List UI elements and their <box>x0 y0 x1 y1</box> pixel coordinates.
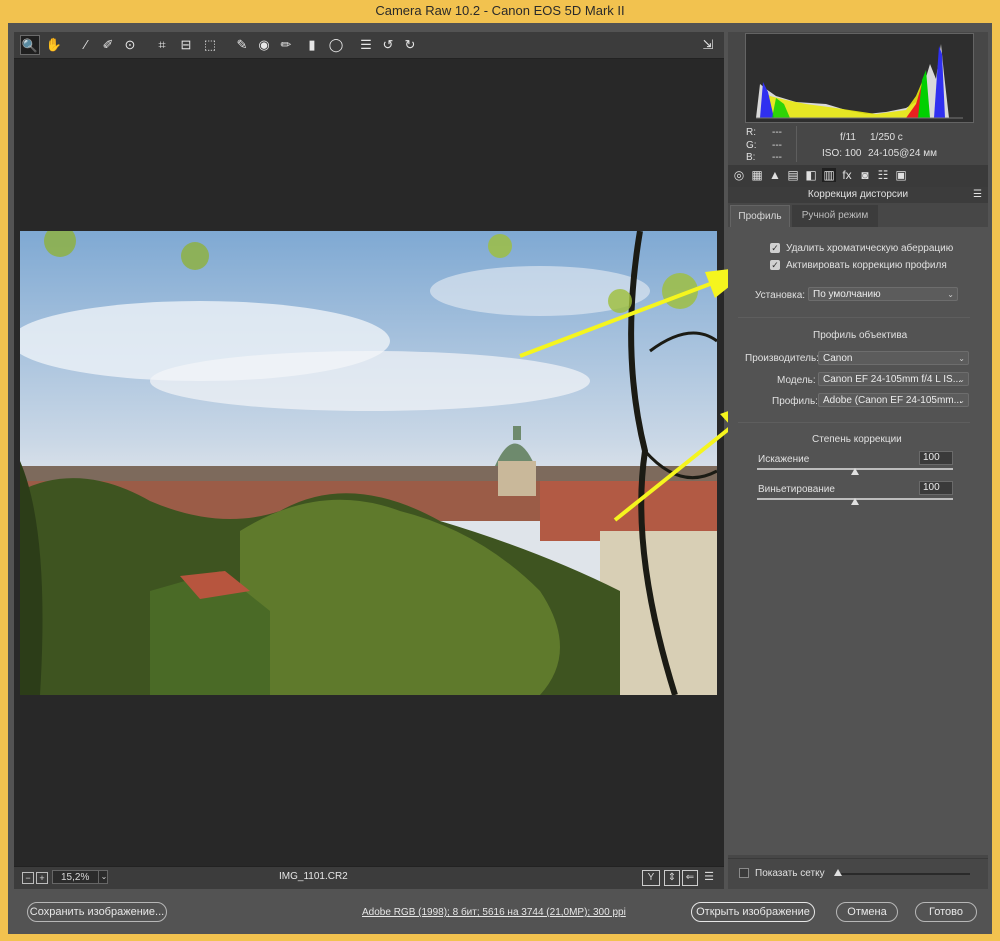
swap-icon[interactable]: ⇕ <box>664 870 680 886</box>
model-label: Модель: <box>777 375 816 386</box>
enable-profile-label: Активировать коррекцию профиля <box>786 260 947 271</box>
chevron-down-icon: ⌄ <box>947 290 954 299</box>
shutter-info: 1/250 с <box>870 132 903 143</box>
lens-corrections-icon[interactable]: ▥ <box>822 168 836 182</box>
preview-statusbar: − + 15,2% ⌄ IMG_1101.CR2 Y ⇕ ⇐ ☰ <box>14 866 724 889</box>
panel-title: Коррекция дисторсии ☰ <box>728 187 988 203</box>
distortion-slider-thumb[interactable] <box>851 468 859 475</box>
save-image-button[interactable]: Сохранить изображение... <box>27 902 167 922</box>
section-divider <box>738 317 970 318</box>
chevron-down-icon: ⌄ <box>958 396 965 405</box>
distortion-input[interactable]: 100 <box>919 451 953 465</box>
setup-label: Установка: <box>755 290 806 301</box>
section-divider <box>738 422 970 423</box>
setup-value: По умолчанию <box>813 289 881 300</box>
histogram-graph <box>756 44 963 119</box>
detail-icon[interactable]: ▲ <box>768 168 782 182</box>
panel-menu-icon[interactable]: ☰ <box>973 187 982 203</box>
make-select[interactable]: Canon ⌄ <box>818 351 969 365</box>
panel-subtabs: Профиль Ручной режим <box>728 205 988 227</box>
remove-ca-label: Удалить хроматическую аберрацию <box>786 243 954 254</box>
model-value: Canon EF 24-105mm f/4 L IS... <box>823 374 962 385</box>
done-button[interactable]: Готово <box>915 902 977 922</box>
enable-profile-checkbox[interactable]: ✓ <box>770 260 780 270</box>
before-after-icon[interactable]: Y <box>642 870 660 886</box>
setup-select[interactable]: По умолчанию ⌄ <box>808 287 958 301</box>
hsl-icon[interactable]: ▤ <box>786 168 800 182</box>
vignetting-input[interactable]: 100 <box>919 481 953 495</box>
open-image-button[interactable]: Открыть изображение <box>691 902 815 922</box>
profile-label: Профиль: <box>772 396 818 407</box>
grid-size-slider[interactable] <box>838 873 970 875</box>
histogram <box>745 33 974 123</box>
presets-icon[interactable]: ☷ <box>876 168 890 182</box>
make-label: Производитель: <box>745 353 819 364</box>
chevron-down-icon[interactable]: ⌄ <box>98 870 109 884</box>
g-value: --- <box>772 140 782 151</box>
histogram-divider <box>796 126 797 162</box>
cancel-button[interactable]: Отмена <box>836 902 898 922</box>
tone-curve-icon[interactable]: ▦ <box>750 168 764 182</box>
b-label: B: <box>746 152 756 163</box>
vignetting-label: Виньетирование <box>758 484 835 495</box>
zoom-in-button[interactable]: + <box>36 872 48 884</box>
vignetting-slider-thumb[interactable] <box>851 498 859 505</box>
lens-profile-heading: Профиль объектива <box>813 330 908 341</box>
tab-profile[interactable]: Профиль <box>730 205 790 227</box>
toggle-settings-icon[interactable]: ☰ <box>702 870 716 884</box>
lens-info: 24-105@24 мм <box>868 148 937 159</box>
chevron-down-icon: ⌄ <box>958 375 965 384</box>
show-grid-checkbox[interactable] <box>739 868 749 878</box>
distortion-label: Искажение <box>758 454 810 465</box>
profile-tab-content <box>728 227 988 855</box>
amount-heading: Степень коррекции <box>812 434 902 445</box>
r-value: --- <box>772 127 782 138</box>
chevron-down-icon: ⌄ <box>958 354 965 363</box>
aperture-info: f/11 <box>840 132 856 143</box>
iso-info: ISO: 100 <box>822 148 862 159</box>
snapshots-icon[interactable]: ▣ <box>894 168 908 182</box>
g-label: G: <box>746 140 757 151</box>
panel-title-text: Коррекция дисторсии <box>807 189 909 200</box>
show-grid-label: Показать сетку <box>755 868 825 879</box>
zoom-out-button[interactable]: − <box>22 872 34 884</box>
tab-manual[interactable]: Ручной режим <box>792 205 878 227</box>
model-select[interactable]: Canon EF 24-105mm f/4 L IS... ⌄ <box>818 372 969 386</box>
profile-select[interactable]: Adobe (Canon EF 24-105mm... ⌄ <box>818 393 969 407</box>
camera-calibration-icon[interactable]: ◙ <box>858 168 872 182</box>
make-value: Canon <box>823 353 853 364</box>
b-value: --- <box>772 152 782 163</box>
r-label: R: <box>746 127 756 138</box>
remove-ca-checkbox[interactable]: ✓ <box>770 243 780 253</box>
workflow-options-link[interactable]: Adobe RGB (1998); 8 бит; 5616 на 3744 (2… <box>362 907 626 918</box>
panel-tabbar: ◎ ▦ ▲ ▤ ◧ ▥ fx ◙ ☷ ▣ <box>728 165 988 187</box>
split-toning-icon[interactable]: ◧ <box>804 168 818 182</box>
profile-value: Adobe (Canon EF 24-105mm... <box>823 395 962 406</box>
filename: IMG_1101.CR2 <box>279 871 348 882</box>
zoom-value: 15,2% <box>61 872 90 883</box>
copy-settings-icon[interactable]: ⇐ <box>682 870 698 886</box>
grid-size-thumb[interactable] <box>834 869 842 876</box>
basic-panel-icon[interactable]: ◎ <box>732 168 746 182</box>
effects-icon[interactable]: fx <box>840 168 854 182</box>
